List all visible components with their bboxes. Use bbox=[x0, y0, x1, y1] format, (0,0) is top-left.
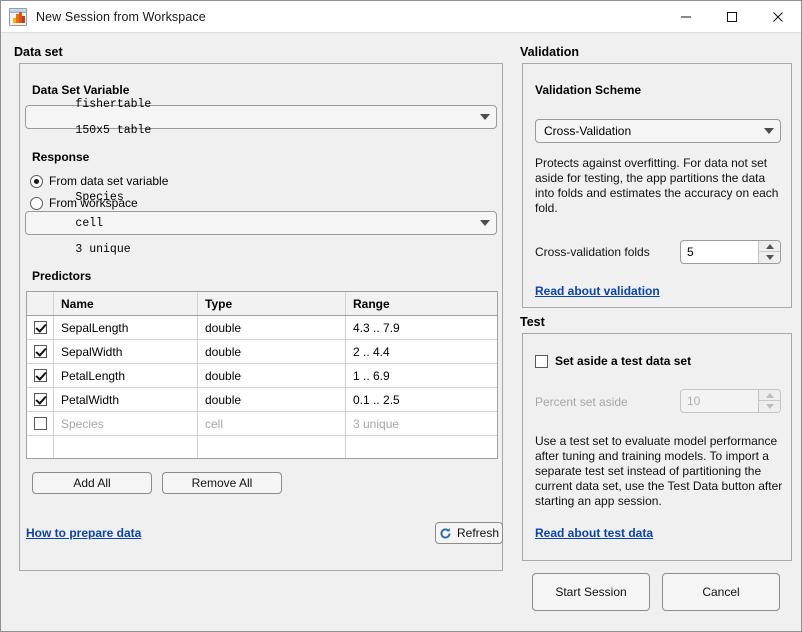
row-checkbox-cell[interactable] bbox=[27, 340, 54, 363]
refresh-icon bbox=[440, 527, 451, 538]
response-variable-combo[interactable]: Species cell 3 unique bbox=[25, 191, 497, 256]
remove-all-button[interactable]: Remove All bbox=[162, 472, 282, 494]
row-checkbox[interactable] bbox=[33, 393, 47, 406]
row-type: double bbox=[198, 364, 346, 387]
spinner-up-icon[interactable] bbox=[759, 241, 780, 252]
minimize-button[interactable] bbox=[663, 1, 709, 33]
table-row[interactable]: PetalLength double 1 .. 6.9 bbox=[27, 364, 497, 388]
row-type: double bbox=[198, 388, 346, 411]
table-header-name: Name bbox=[54, 292, 198, 315]
response-variable-text: Species cell 3 unique bbox=[75, 190, 131, 256]
window-title: New Session from Workspace bbox=[36, 9, 206, 24]
row-checkbox-cell[interactable] bbox=[27, 364, 54, 387]
refresh-label: Refresh bbox=[456, 526, 500, 540]
response-label: Response bbox=[32, 150, 90, 164]
row-name: SepalLength bbox=[54, 316, 198, 339]
read-about-test-data-link[interactable]: Read about test data bbox=[535, 526, 653, 540]
row-checkbox-cell[interactable] bbox=[27, 316, 54, 339]
row-range: 0.1 .. 2.5 bbox=[353, 392, 400, 407]
validation-description: Protects against overfitting. For data n… bbox=[535, 156, 779, 215]
spinner-buttons[interactable] bbox=[758, 241, 780, 263]
row-range: 4.3 .. 7.9 bbox=[353, 320, 400, 335]
set-aside-test-data-checkbox-row[interactable]: Set aside a test data set bbox=[535, 354, 691, 368]
data-set-group-title: Data set bbox=[14, 45, 63, 59]
spinner-down-icon[interactable] bbox=[759, 401, 780, 412]
chevron-down-icon[interactable] bbox=[758, 128, 780, 134]
add-all-button[interactable]: Add All bbox=[32, 472, 152, 494]
cross-validation-folds-label: Cross-validation folds bbox=[535, 245, 650, 259]
row-type: cell bbox=[198, 412, 346, 435]
row-name: PetalWidth bbox=[54, 388, 198, 411]
validation-group-title: Validation bbox=[520, 45, 580, 59]
row-checkbox[interactable] bbox=[33, 345, 47, 358]
spinner-buttons[interactable] bbox=[758, 390, 780, 412]
chevron-down-icon[interactable] bbox=[474, 114, 496, 120]
chevron-down-icon[interactable] bbox=[474, 220, 496, 226]
row-range: 2 .. 4.4 bbox=[353, 344, 390, 359]
row-checkbox-cell[interactable] bbox=[27, 388, 54, 411]
spinner-up-icon[interactable] bbox=[759, 390, 780, 401]
read-about-validation-link[interactable]: Read about validation bbox=[535, 284, 660, 298]
table-row[interactable]: PetalWidth double 0.1 .. 2.5 bbox=[27, 388, 497, 412]
row-checkbox[interactable] bbox=[33, 369, 47, 382]
set-aside-test-data-label: Set aside a test data set bbox=[555, 354, 692, 368]
row-name: Species bbox=[54, 412, 198, 435]
percent-set-aside-spinner[interactable]: 10 bbox=[680, 389, 781, 413]
table-header-row: Name Type Range bbox=[27, 292, 497, 316]
data-set-variable-combo[interactable]: fishertable 150x5 table bbox=[25, 98, 497, 137]
predictors-label: Predictors bbox=[32, 269, 92, 283]
matlab-app-icon bbox=[9, 7, 27, 26]
row-range: 3 unique bbox=[353, 416, 400, 431]
row-name: SepalWidth bbox=[54, 340, 198, 363]
validation-scheme-value: Cross-Validation bbox=[544, 124, 632, 138]
row-type: double bbox=[198, 316, 346, 339]
validation-scheme-label: Validation Scheme bbox=[535, 83, 642, 97]
data-set-variable-text: fishertable 150x5 table bbox=[75, 97, 152, 137]
title-bar: New Session from Workspace bbox=[1, 1, 801, 33]
table-header-checkbox bbox=[27, 292, 54, 315]
percent-value[interactable]: 10 bbox=[681, 390, 758, 412]
row-type: double bbox=[198, 340, 346, 363]
dialog-window: New Session from Workspace Data set Data… bbox=[0, 0, 802, 632]
predictors-table[interactable]: Name Type Range SepalLength double 4.3 .… bbox=[26, 291, 498, 459]
table-header-type: Type bbox=[198, 292, 346, 315]
table-row[interactable]: SepalWidth double 2 .. 4.4 bbox=[27, 340, 497, 364]
cancel-button[interactable]: Cancel bbox=[662, 573, 780, 611]
folds-value[interactable]: 5 bbox=[681, 241, 758, 263]
row-name: PetalLength bbox=[54, 364, 198, 387]
row-checkbox-cell bbox=[27, 412, 54, 435]
how-to-prepare-data-link[interactable]: How to prepare data bbox=[26, 526, 141, 540]
table-row[interactable]: SepalLength double 4.3 .. 7.9 bbox=[27, 316, 497, 340]
window-controls bbox=[663, 1, 801, 33]
refresh-button[interactable]: Refresh bbox=[435, 522, 503, 544]
cross-validation-folds-spinner[interactable]: 5 bbox=[680, 240, 781, 264]
test-description: Use a test set to evaluate model perform… bbox=[535, 434, 783, 508]
table-header-range: Range bbox=[353, 296, 390, 311]
table-row: Species cell 3 unique bbox=[27, 412, 497, 436]
row-checkbox[interactable] bbox=[33, 321, 47, 334]
set-aside-test-data-checkbox[interactable] bbox=[535, 354, 548, 368]
test-group-title: Test bbox=[520, 315, 545, 329]
row-range: 1 .. 6.9 bbox=[353, 368, 390, 383]
percent-set-aside-label: Percent set aside bbox=[535, 395, 628, 409]
start-session-button[interactable]: Start Session bbox=[532, 573, 650, 611]
validation-scheme-combo[interactable]: Cross-Validation bbox=[535, 119, 781, 143]
row-checkbox bbox=[33, 417, 47, 430]
spinner-down-icon[interactable] bbox=[759, 252, 780, 263]
close-button[interactable] bbox=[755, 1, 801, 33]
table-empty-row bbox=[27, 436, 497, 458]
maximize-button[interactable] bbox=[709, 1, 755, 33]
